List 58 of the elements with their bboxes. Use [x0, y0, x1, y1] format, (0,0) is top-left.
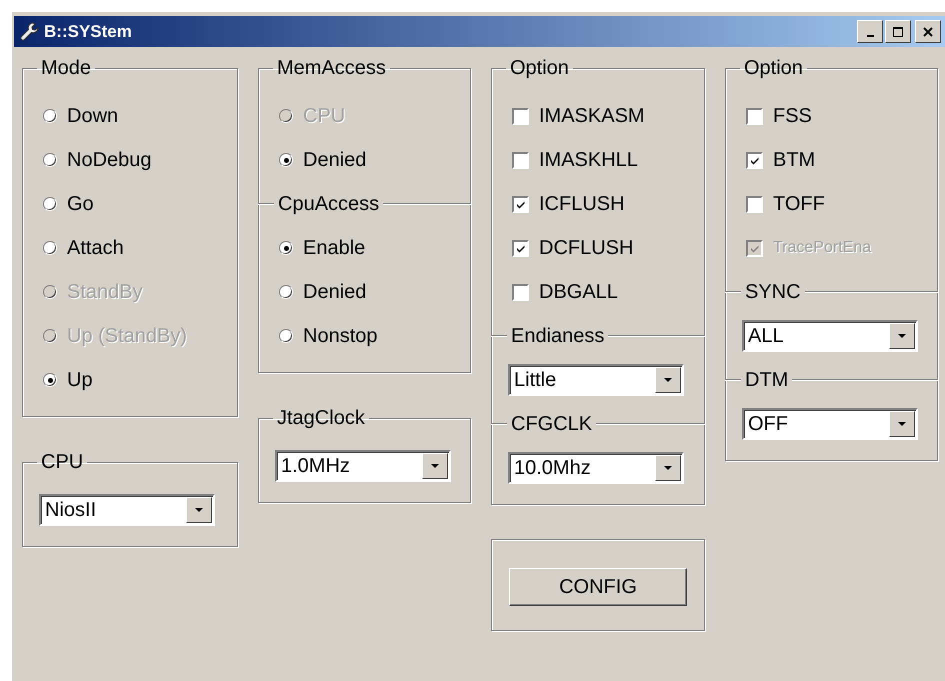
radio-label: Denied	[303, 148, 366, 172]
radio-button[interactable]	[279, 241, 293, 255]
checkbox[interactable]	[512, 284, 529, 300]
radio-button[interactable]	[43, 197, 57, 211]
group-label: Option	[743, 57, 804, 80]
config-button[interactable]: CONFIG	[509, 568, 687, 606]
radio-label: Go	[67, 192, 94, 216]
group-label: CFGCLK	[510, 412, 594, 436]
checkbox-label: DCFLUSH	[539, 236, 634, 260]
checkbox-label: TOFF	[773, 192, 825, 216]
checkbox-label: DBGALL	[539, 280, 618, 304]
checkbox-label: FSS	[773, 104, 812, 128]
maximize-button[interactable]	[885, 20, 911, 43]
window-title: B::SYStem	[44, 22, 133, 42]
close-button[interactable]	[915, 20, 941, 43]
radio-button[interactable]	[279, 329, 293, 343]
checkbox[interactable]	[512, 240, 529, 256]
radio-label: Denied	[303, 280, 366, 304]
dropdown-field[interactable]: 1.0MHz	[275, 450, 451, 482]
radio-button[interactable]	[43, 241, 57, 255]
wrench-icon	[20, 22, 40, 42]
checkbox[interactable]	[746, 108, 763, 124]
dropdown-field[interactable]: Little	[508, 364, 684, 396]
checkbox[interactable]	[512, 108, 529, 124]
radio-button[interactable]	[43, 153, 57, 167]
checkbox[interactable]	[512, 152, 529, 168]
radio-label: Up	[67, 368, 93, 392]
checkbox[interactable]	[746, 152, 763, 168]
radio-label: Enable	[303, 236, 366, 260]
radio-label: Attach	[67, 236, 124, 260]
group-label: SYNC	[744, 280, 802, 304]
group-label: Endianess	[510, 324, 606, 348]
checkbox[interactable]	[746, 196, 763, 212]
checkbox-label: IMASKASM	[539, 104, 645, 128]
checkbox-label: BTM	[773, 148, 816, 172]
checkbox-label: IMASKHLL	[539, 148, 638, 172]
dropdown-field[interactable]: NiosII	[39, 494, 215, 526]
dropdown-field[interactable]: OFF	[742, 408, 918, 440]
dropdown-field[interactable]: 10.0Mhz	[508, 452, 684, 484]
minimize-icon	[866, 34, 874, 36]
group-label: CpuAccess	[277, 192, 380, 216]
radio-label: Nonstop	[303, 324, 378, 348]
group-label: JtagClock	[276, 407, 366, 430]
group-label: CPU	[40, 451, 84, 474]
group-label: Option	[509, 57, 570, 80]
checkbox[interactable]	[512, 196, 529, 212]
radio-button[interactable]	[43, 109, 57, 123]
minimize-button[interactable]	[857, 20, 883, 43]
radio-button[interactable]	[43, 373, 57, 387]
group-label: Mode	[40, 57, 92, 80]
group-label: DTM	[744, 368, 790, 392]
radio-label: NoDebug	[67, 148, 152, 172]
group-label: MemAccess	[276, 57, 387, 80]
radio-button[interactable]	[279, 153, 293, 167]
radio-button[interactable]	[279, 285, 293, 299]
dropdown-field[interactable]: ALL	[742, 320, 918, 352]
checkbox-label: ICFLUSH	[539, 192, 625, 216]
radio-label: Down	[67, 104, 118, 128]
